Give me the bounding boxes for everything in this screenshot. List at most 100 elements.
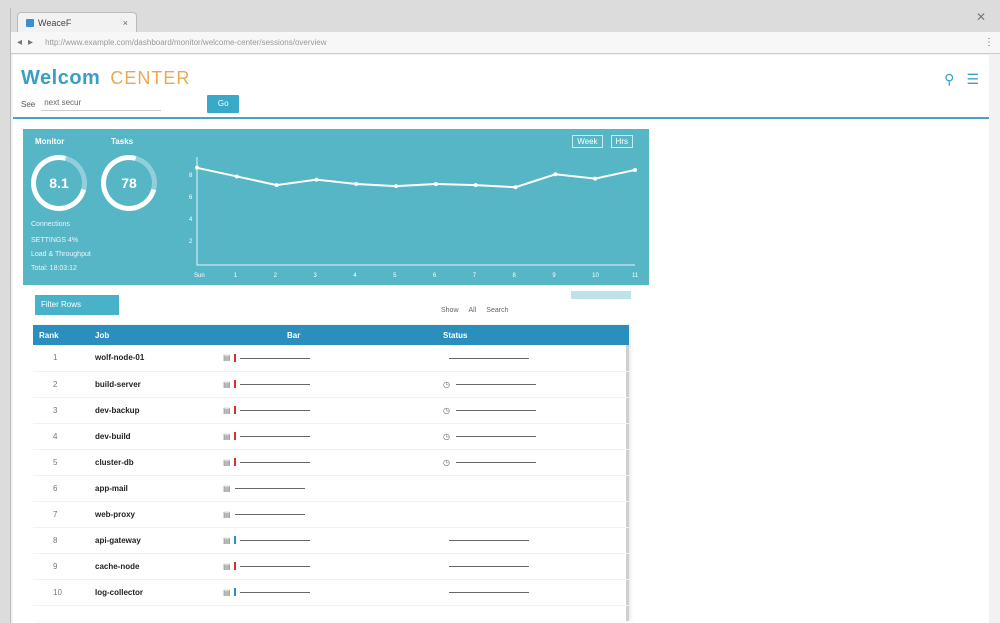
table-row[interactable]: 7 web-proxy ▤ [33,501,629,528]
table-row[interactable]: 5 cluster-db ▤ ◷ [33,449,629,476]
col-status[interactable]: Status [437,325,629,345]
browser-tab[interactable]: WeaceF × [17,12,137,32]
row-rank: 1 [33,345,89,372]
x-tick-label: 11 [632,273,639,279]
row-flag [233,458,236,467]
window-close-icon[interactable]: ✕ [976,10,986,24]
row-status-cell: ◷ [437,397,629,424]
row-status-cell: ◷ [437,371,629,398]
col-bar[interactable]: Bar [217,325,437,345]
data-point[interactable] [234,174,239,179]
row-flag [233,380,236,389]
x-tick-label: Sun [194,273,205,279]
gauge2-value: 78 [121,175,137,191]
filter-input[interactable]: next secur [41,97,162,111]
col-rank[interactable]: Rank [33,325,89,345]
row-bar-cell: ▤ [217,345,437,372]
status-line [455,383,536,385]
export-button[interactable] [571,291,631,299]
row-status-cell: ◷ [437,449,629,476]
row-rank: 3 [33,397,89,424]
row-bar-cell: ▤ [217,397,437,424]
data-point[interactable] [314,177,319,182]
data-point[interactable] [394,184,399,189]
filter-all[interactable]: All [469,307,477,314]
filter-show[interactable]: Show [441,307,459,314]
range-hrs-button[interactable]: Hrs [610,135,633,148]
table-row[interactable]: 4 dev-build ▤ ◷ [33,423,629,450]
data-point[interactable] [473,183,478,188]
filter-rows-button[interactable]: Filter Rows [35,295,119,315]
table-row[interactable]: 9 cache-node ▤ [33,553,629,580]
row-job[interactable]: cluster-db [89,449,217,476]
row-bar-icon: ▤ [223,483,231,493]
row-status-cell [437,579,629,606]
row-job[interactable]: dev-backup [89,397,217,424]
data-point[interactable] [433,182,438,186]
table-row[interactable]: 1 wolf-node-01 ▤ [33,345,629,372]
back-icon[interactable]: ◂ [17,37,22,48]
browser-menu-icon[interactable]: ⋮ [984,37,994,48]
info-line-3: Total: 18:03:12 [31,265,77,272]
row-bar-cell: ▤ [217,423,437,450]
table-row[interactable]: 2 build-server ▤ ◷ [33,371,629,398]
filter-label: See [21,99,36,109]
x-tick-label: 7 [473,273,477,279]
data-point[interactable] [633,167,637,172]
gauge1-value: 8.1 [49,175,69,191]
row-bar-icon: ▤ [223,535,231,545]
col-job[interactable]: Job [89,325,217,345]
row-bar-cell: ▤ [217,527,437,554]
data-point[interactable] [553,172,558,177]
trend-chart: 8 6 4 2 Sun 1 2 3 4 5 6 7 8 9 10 11 [189,157,639,279]
row-job[interactable]: build-server [89,371,217,398]
table-row[interactable]: 6 app-mail ▤ [33,475,629,502]
data-point[interactable] [195,165,199,170]
row-bar-icon: ▤ [223,431,231,441]
row-bar-line [239,409,310,411]
logo-welcome: Welcom [21,67,101,89]
status-line [449,565,529,567]
data-point[interactable] [513,185,518,190]
menu-icon[interactable]: ☰ [966,71,979,88]
data-point[interactable] [354,182,359,186]
status-icon: ◷ [443,431,450,441]
row-job[interactable]: app-mail [89,475,217,502]
filter-search[interactable]: Search [486,307,508,314]
row-job[interactable]: api-gateway [89,527,217,554]
page: Welcom CENTER ⚲ ☰ See next secur Go Moni… [13,55,989,623]
row-status-cell [437,553,629,580]
search-icon[interactable]: ⚲ [944,71,954,88]
row-rank: 8 [33,527,89,554]
y-tick-label: 4 [189,217,193,223]
row-job[interactable]: log-collector [89,579,217,606]
row-bar-line [239,357,310,359]
y-tick-label: 8 [189,173,193,179]
row-job[interactable]: cache-node [89,553,217,580]
status-line [455,409,536,411]
table-row[interactable]: 3 dev-backup ▤ ◷ [33,397,629,424]
row-bar-cell: ▤ [217,553,437,580]
table-row[interactable]: 10 log-collector ▤ [33,579,629,606]
filter-go-button[interactable]: Go [207,95,240,113]
row-job[interactable]: dev-build [89,423,217,450]
row-bar-icon: ▤ [223,561,231,571]
x-tick-label: 8 [513,273,517,279]
row-rank: 9 [33,553,89,580]
table-row[interactable]: 8 api-gateway ▤ [33,527,629,554]
url-input[interactable]: http://www.example.com/dashboard/monitor… [39,36,978,50]
data-point[interactable] [593,176,598,181]
row-bar-icon: ▤ [223,457,231,467]
row-job[interactable]: wolf-node-01 [89,345,217,372]
tab-close-icon[interactable]: × [123,18,128,28]
info-line-1: SETTINGS 4% [31,237,79,244]
row-bar-icon: ▤ [223,509,231,519]
row-job[interactable]: web-proxy [89,501,217,528]
row-bar-line [239,435,310,437]
row-bar-line [239,539,310,541]
status-icon: ◷ [443,405,450,415]
range-week-button[interactable]: Week [572,135,603,148]
forward-icon[interactable]: ▸ [28,37,33,48]
row-status-cell [437,527,629,554]
data-point[interactable] [274,183,279,188]
